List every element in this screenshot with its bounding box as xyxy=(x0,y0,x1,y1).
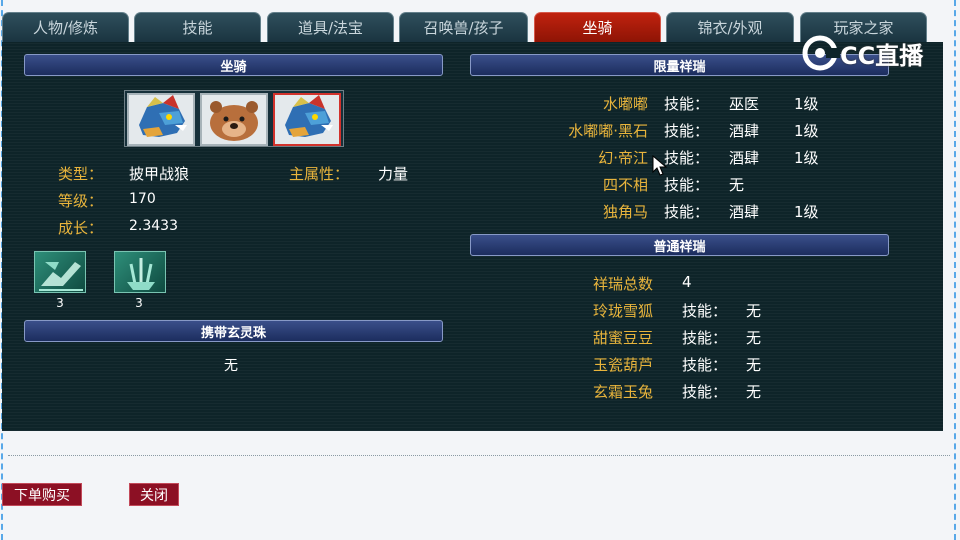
limited-level: 1级 xyxy=(794,95,819,113)
limited-skill-label: 技能： xyxy=(664,176,710,194)
limited-name: 水嘟嘟 xyxy=(602,95,648,113)
normal-skill-label: 技能： xyxy=(682,356,728,374)
normal-skill-label: 技能： xyxy=(682,302,728,320)
normal-total-value: 4 xyxy=(682,273,692,291)
limited-level: 1级 xyxy=(794,203,819,221)
limited-name: 水嘟嘟·黑石 xyxy=(568,122,648,140)
divider xyxy=(8,455,950,456)
limited-skill-label: 技能： xyxy=(664,95,710,113)
level-label: 等级： xyxy=(58,192,104,210)
limited-name: 四不相 xyxy=(602,176,648,194)
normal-name: 甜蜜豆豆 xyxy=(593,329,654,347)
limited-skill: 巫医 xyxy=(729,95,760,113)
skill-2-count: 3 xyxy=(135,296,143,310)
normal-skill-label: 技能： xyxy=(682,329,728,347)
normal-name: 玉瓷葫芦 xyxy=(593,356,654,374)
type-label: 类型： xyxy=(58,165,104,183)
limited-level: 1级 xyxy=(794,149,819,167)
normal-skill-label: 技能： xyxy=(682,383,728,401)
dragon-wolf-portrait-icon[interactable] xyxy=(127,93,195,146)
main-attr-label: 主属性： xyxy=(289,165,350,183)
limited-skill: 酒肆 xyxy=(729,122,760,140)
normal-skill: 无 xyxy=(746,356,762,374)
tab-character[interactable]: 人物/修炼 xyxy=(2,12,129,42)
normal-name: 玄霜玉兔 xyxy=(593,383,654,401)
xuanling-value: 无 xyxy=(224,358,238,374)
mouse-cursor-icon xyxy=(652,155,668,176)
normal-header: 普通祥瑞 xyxy=(470,234,889,256)
logo-text: CC直播 xyxy=(840,42,924,70)
level-value: 170 xyxy=(129,191,156,207)
limited-skill-label: 技能： xyxy=(664,122,710,140)
main-attr-value: 力量 xyxy=(378,165,409,183)
buy-button[interactable]: 下单购买 xyxy=(2,483,82,506)
tab-pets[interactable]: 召唤兽/孩子 xyxy=(399,12,528,42)
tab-mount[interactable]: 坐骑 xyxy=(534,12,661,42)
limited-skill-label: 技能： xyxy=(664,149,710,167)
limited-name: 独角马 xyxy=(602,203,648,221)
normal-name: 玲珑雪狐 xyxy=(593,302,654,320)
normal-skill: 无 xyxy=(746,329,762,347)
tab-skills[interactable]: 技能 xyxy=(134,12,261,42)
growth-label: 成长： xyxy=(58,219,104,237)
close-button[interactable]: 关闭 xyxy=(129,483,179,506)
xuanling-header: 携带玄灵珠 xyxy=(24,320,443,342)
right-dashed-border xyxy=(954,0,956,540)
limited-level: 1级 xyxy=(794,122,819,140)
type-value: 披甲战狼 xyxy=(129,165,190,183)
mount-skill-1-icon[interactable] xyxy=(34,251,86,293)
tab-items[interactable]: 道具/法宝 xyxy=(267,12,394,42)
mount-portraits xyxy=(124,90,344,147)
mount-header: 坐骑 xyxy=(24,54,443,76)
limited-skill-label: 技能： xyxy=(664,203,710,221)
skill-1-count: 3 xyxy=(56,296,64,310)
limited-skill: 酒肆 xyxy=(729,203,760,221)
growth-value: 2.3433 xyxy=(129,218,178,234)
cc-logo-icon xyxy=(802,35,840,71)
normal-skill: 无 xyxy=(746,383,762,401)
normal-total-label: 祥瑞总数 xyxy=(593,275,654,293)
mount-skill-2-icon[interactable] xyxy=(114,251,166,293)
tab-outfit[interactable]: 锦衣/外观 xyxy=(666,12,794,42)
dragon-wolf-portrait-icon[interactable] xyxy=(273,93,341,146)
limited-name: 幻·帝江 xyxy=(598,149,648,167)
mount-panel: 坐骑 类型： 披甲战狼 主属性： 力量 等级： 170 成长： 2.3433 3… xyxy=(2,42,943,431)
normal-skill: 无 xyxy=(746,302,762,320)
limited-skill: 无 xyxy=(729,176,745,194)
limited-skill: 酒肆 xyxy=(729,149,760,167)
bear-portrait-icon[interactable] xyxy=(200,93,268,146)
cc-live-logo: CC直播 xyxy=(800,34,932,72)
